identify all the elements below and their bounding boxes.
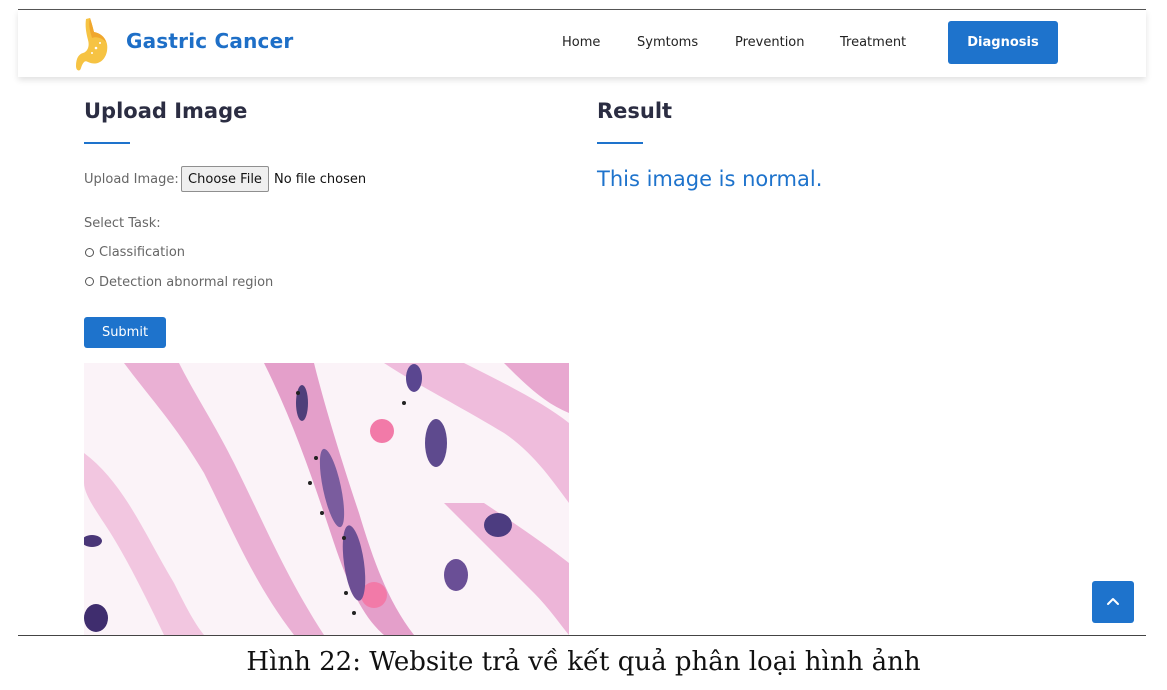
brand-name[interactable]: Gastric Cancer bbox=[126, 29, 293, 53]
classification-radio[interactable] bbox=[85, 248, 94, 257]
chevron-up-icon bbox=[1107, 598, 1119, 605]
site-header: Gastric Cancer Home Symtoms Prevention T… bbox=[18, 10, 1146, 77]
nav-treatment[interactable]: Treatment bbox=[840, 35, 906, 50]
choose-file-button[interactable]: Choose File bbox=[181, 166, 269, 192]
nav-symptoms[interactable]: Symtoms bbox=[637, 35, 698, 50]
bottom-divider bbox=[18, 635, 1146, 636]
uploaded-histology-image bbox=[84, 363, 569, 635]
result-text: This image is normal. bbox=[597, 167, 823, 191]
figure-caption: Hình 22: Website trả về kết quả phân loạ… bbox=[246, 647, 921, 677]
upload-title-underline bbox=[84, 142, 130, 144]
select-task-label: Select Task: bbox=[84, 216, 161, 231]
upload-field-label: Upload Image: bbox=[84, 172, 179, 187]
result-title: Result bbox=[597, 99, 673, 123]
stomach-logo-icon[interactable] bbox=[76, 16, 110, 72]
nav-home[interactable]: Home bbox=[562, 35, 600, 50]
detection-label[interactable]: Detection abnormal region bbox=[99, 275, 273, 290]
scroll-to-top-button[interactable] bbox=[1092, 581, 1134, 623]
file-status-text: No file chosen bbox=[274, 172, 367, 187]
detection-radio[interactable] bbox=[85, 277, 94, 286]
result-title-underline bbox=[597, 142, 643, 144]
screenshot-frame: Gastric Cancer Home Symtoms Prevention T… bbox=[18, 0, 1146, 636]
classification-label[interactable]: Classification bbox=[99, 245, 185, 260]
nav-prevention[interactable]: Prevention bbox=[735, 35, 805, 50]
submit-button[interactable]: Submit bbox=[84, 317, 166, 348]
upload-title: Upload Image bbox=[84, 99, 248, 123]
diagnosis-button[interactable]: Diagnosis bbox=[948, 21, 1058, 64]
